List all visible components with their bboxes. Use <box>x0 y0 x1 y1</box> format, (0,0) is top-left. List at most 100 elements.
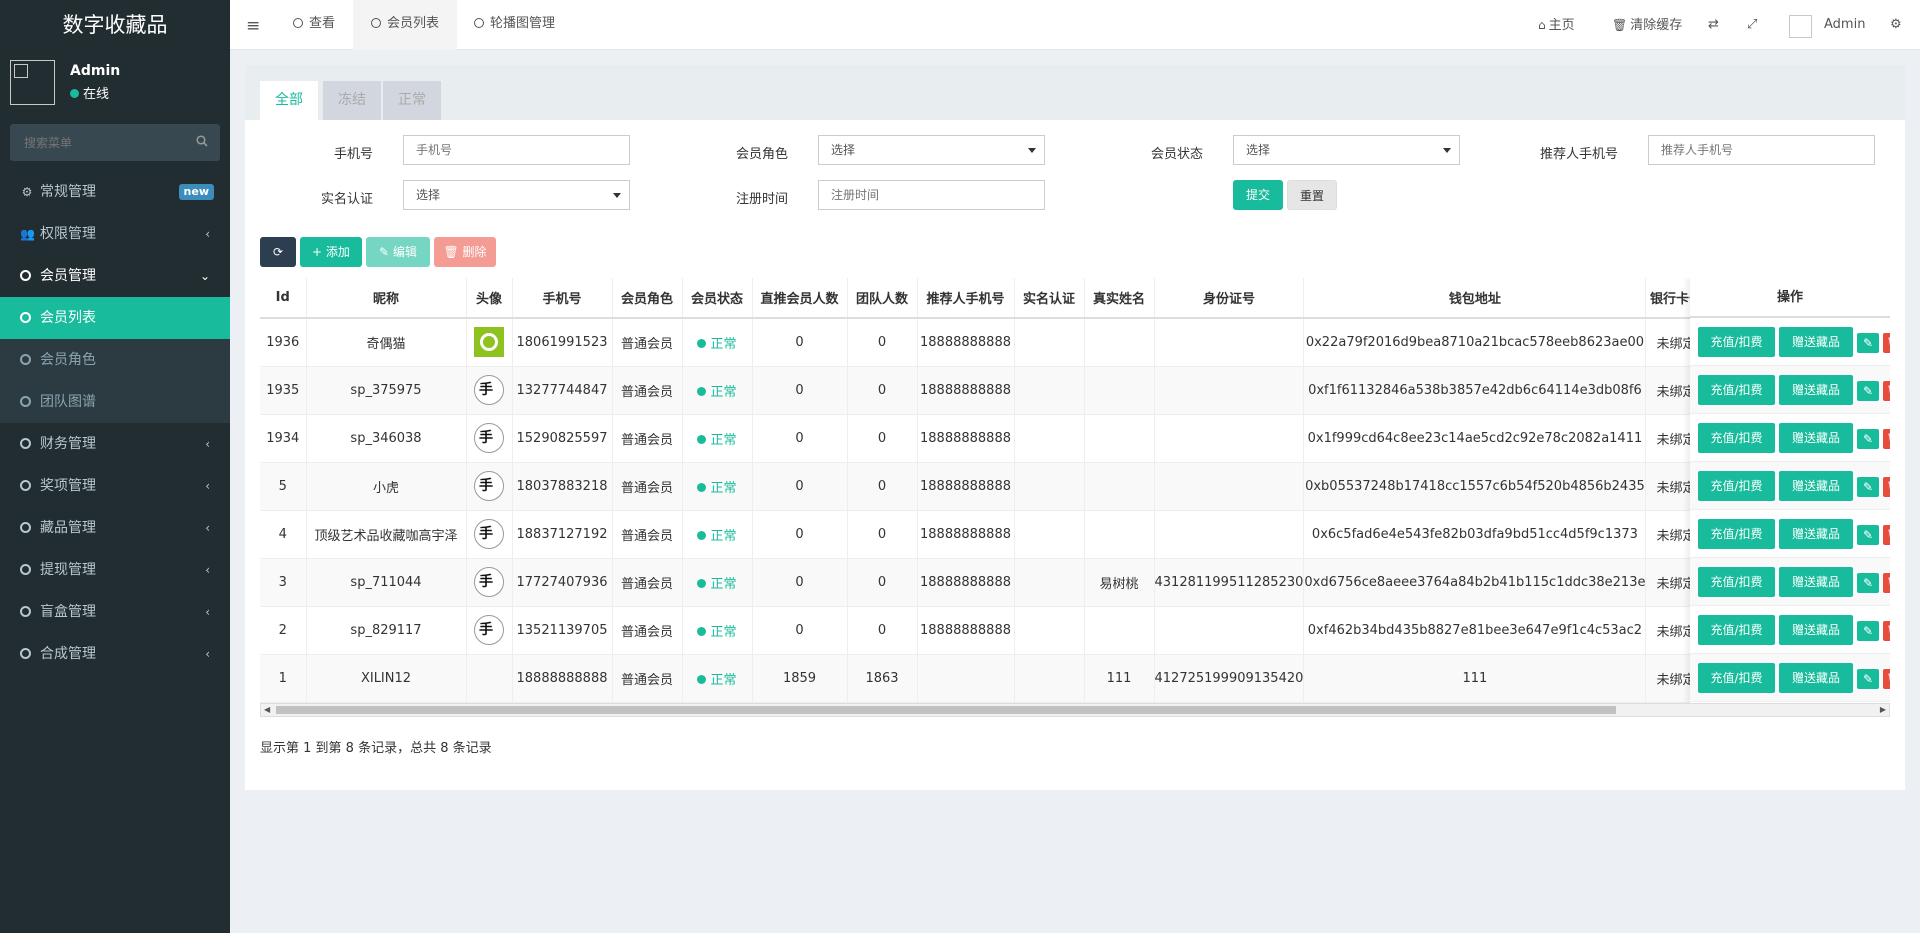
edit-pencil-icon[interactable]: ✎ <box>1857 669 1879 689</box>
column-header[interactable]: 头像 <box>466 278 513 319</box>
avatar-image[interactable]: 手 <box>474 375 504 405</box>
delete-trash-icon[interactable]: 🗑 <box>1883 381 1890 401</box>
gift-collection-button[interactable]: 赠送藏品 <box>1779 519 1853 549</box>
column-header[interactable]: 钱包地址 <box>1303 278 1647 319</box>
register-time-input[interactable] <box>818 180 1045 210</box>
edit-pencil-icon[interactable]: ✎ <box>1857 573 1879 593</box>
submit-button[interactable]: 提交 <box>1233 180 1283 210</box>
referrer-phone-input[interactable] <box>1648 135 1875 165</box>
app-logo[interactable]: 数字收藏品 <box>0 0 230 50</box>
edit-pencil-icon[interactable]: ✎ <box>1857 621 1879 641</box>
menu-search-input[interactable] <box>10 124 190 161</box>
sidebar-item-finance[interactable]: 财务管理 ‹ <box>0 423 230 465</box>
table-row[interactable]: 1935 sp_375975 手 13277744847 普通会员 正常 0 0 1888888… <box>260 366 1707 415</box>
sidebar-item-team-graph[interactable]: 团队图谱 <box>0 381 230 423</box>
gift-collection-button[interactable]: 赠送藏品 <box>1779 567 1853 597</box>
tab-carousel[interactable]: 轮播图管理 <box>456 0 573 50</box>
table-row[interactable]: 3 sp_711044 手 17727407936 普通会员 正常 0 0 1888888888… <box>260 558 1707 607</box>
column-header[interactable]: 昵称 <box>306 278 467 319</box>
column-header[interactable]: 会员角色 <box>612 278 683 319</box>
search-icon[interactable] <box>196 135 208 147</box>
edit-pencil-icon[interactable]: ✎ <box>1857 525 1879 545</box>
clear-cache-button[interactable]: 🗑 清除缓存 <box>1612 0 1682 50</box>
sidebar-item-withdraw[interactable]: 提现管理 ‹ <box>0 549 230 591</box>
column-header[interactable]: 会员状态 <box>682 278 753 319</box>
real-name-auth-select[interactable]: 选择 <box>403 180 630 210</box>
sidebar-item-permission[interactable]: 👥 权限管理 ‹ <box>0 213 230 255</box>
gift-collection-button[interactable]: 赠送藏品 <box>1779 327 1853 357</box>
avatar-image[interactable]: 手 <box>474 471 504 501</box>
table-row[interactable]: 1934 sp_346038 手 15290825597 普通会员 正常 0 0 1888888… <box>260 414 1707 463</box>
add-button[interactable]: + 添加 <box>300 237 362 267</box>
gift-collection-button[interactable]: 赠送藏品 <box>1779 471 1853 501</box>
column-header[interactable]: Id <box>260 278 307 319</box>
settings-gear-icon[interactable]: ⚙ <box>1890 0 1902 50</box>
delete-trash-icon[interactable]: 🗑 <box>1883 573 1890 593</box>
recharge-button[interactable]: 充值/扣费 <box>1698 519 1775 549</box>
column-header[interactable]: 真实姓名 <box>1084 278 1155 319</box>
recharge-button[interactable]: 充值/扣费 <box>1698 423 1775 453</box>
column-header[interactable]: 手机号 <box>512 278 613 319</box>
recharge-button[interactable]: 充值/扣费 <box>1698 663 1775 693</box>
tab-member-list[interactable]: 会员列表 <box>353 0 458 50</box>
delete-trash-icon[interactable]: 🗑 <box>1883 477 1890 497</box>
delete-trash-icon[interactable]: 🗑 <box>1883 669 1890 689</box>
phone-input[interactable] <box>403 135 630 165</box>
sidebar-item-member-list[interactable]: 会员列表 <box>0 297 230 339</box>
menu-toggle-icon[interactable]: ≡ <box>246 16 260 36</box>
reset-button[interactable]: 重置 <box>1287 180 1337 210</box>
gift-collection-button[interactable]: 赠送藏品 <box>1779 663 1853 693</box>
home-link[interactable]: ⌂ 主页 <box>1538 0 1575 50</box>
edit-button[interactable]: ✎ 编辑 <box>366 237 430 267</box>
column-header[interactable]: 直推会员人数 <box>752 278 848 319</box>
column-header[interactable]: 实名认证 <box>1014 278 1085 319</box>
delete-trash-icon[interactable]: 🗑 <box>1883 621 1890 641</box>
recharge-button[interactable]: 充值/扣费 <box>1698 375 1775 405</box>
delete-button[interactable]: 🗑 删除 <box>434 237 496 267</box>
edit-pencil-icon[interactable]: ✎ <box>1857 477 1879 497</box>
recharge-button[interactable]: 充值/扣费 <box>1698 615 1775 645</box>
translate-icon[interactable]: ⇄ <box>1708 0 1719 50</box>
gift-collection-button[interactable]: 赠送藏品 <box>1779 423 1853 453</box>
edit-pencil-icon[interactable]: ✎ <box>1857 381 1879 401</box>
fullscreen-icon[interactable]: ⤢ <box>1747 0 1757 50</box>
header-avatar[interactable] <box>1789 15 1812 38</box>
sidebar-item-member[interactable]: 会员管理 ⌄ <box>0 255 230 297</box>
sidebar-item-member-role[interactable]: 会员角色 <box>0 339 230 381</box>
status-select[interactable]: 选择 <box>1233 135 1460 165</box>
tab-view[interactable]: 查看 <box>275 0 353 50</box>
recharge-button[interactable]: 充值/扣费 <box>1698 327 1775 357</box>
edit-pencil-icon[interactable]: ✎ <box>1857 429 1879 449</box>
refresh-button[interactable]: ⟳ <box>260 237 296 267</box>
avatar-image[interactable]: 手 <box>474 615 504 645</box>
column-header[interactable]: 身份证号 <box>1154 278 1305 319</box>
scroll-right-icon[interactable]: ▶ <box>1880 705 1886 714</box>
header-user[interactable]: Admin <box>1824 0 1865 50</box>
table-row[interactable]: 4 顶级艺术品收藏咖高宇泽手 18837127192 普通会员 正常 0 0 18888888… <box>260 510 1707 559</box>
column-header[interactable]: 团队人数 <box>847 278 918 319</box>
delete-trash-icon[interactable]: 🗑 <box>1883 525 1890 545</box>
table-row[interactable]: 2 sp_829117 手 13521139705 普通会员 正常 0 0 1888888888… <box>260 606 1707 655</box>
filter-tab-frozen[interactable]: 冻结 <box>323 81 381 120</box>
sidebar-item-general[interactable]: ⚙ 常规管理 new <box>0 171 230 213</box>
sidebar-item-collection[interactable]: 藏品管理 ‹ <box>0 507 230 549</box>
delete-trash-icon[interactable]: 🗑 <box>1883 429 1890 449</box>
avatar-image[interactable]: 手 <box>474 567 504 597</box>
filter-tab-all[interactable]: 全部 <box>260 81 318 120</box>
sidebar-item-compose[interactable]: 合成管理 ‹ <box>0 633 230 675</box>
edit-pencil-icon[interactable]: ✎ <box>1857 333 1879 353</box>
recharge-button[interactable]: 充值/扣费 <box>1698 567 1775 597</box>
table-row[interactable]: 5 小虎手 18037883218 普通会员 正常 0 0 18888888888 0xb055… <box>260 462 1707 511</box>
horizontal-scrollbar[interactable]: ◀ ▶ <box>260 703 1890 717</box>
avatar-image[interactable] <box>474 327 504 358</box>
scroll-left-icon[interactable]: ◀ <box>264 705 270 714</box>
scrollbar-thumb[interactable] <box>276 706 1616 714</box>
gift-collection-button[interactable]: 赠送藏品 <box>1779 615 1853 645</box>
avatar-image[interactable]: 手 <box>474 423 504 453</box>
sidebar-item-award[interactable]: 奖项管理 ‹ <box>0 465 230 507</box>
table-row[interactable]: 1 XILIN12 18888888888 普通会员 正常 1859 1863 111 4127… <box>260 654 1707 703</box>
role-select[interactable]: 选择 <box>818 135 1045 165</box>
filter-tab-normal[interactable]: 正常 <box>383 81 441 120</box>
sidebar-item-blindbox[interactable]: 盲盒管理 ‹ <box>0 591 230 633</box>
table-row[interactable]: 1936 奇偶猫 18061991523 普通会员 正常 0 0 18888888888 0x2… <box>260 318 1707 367</box>
